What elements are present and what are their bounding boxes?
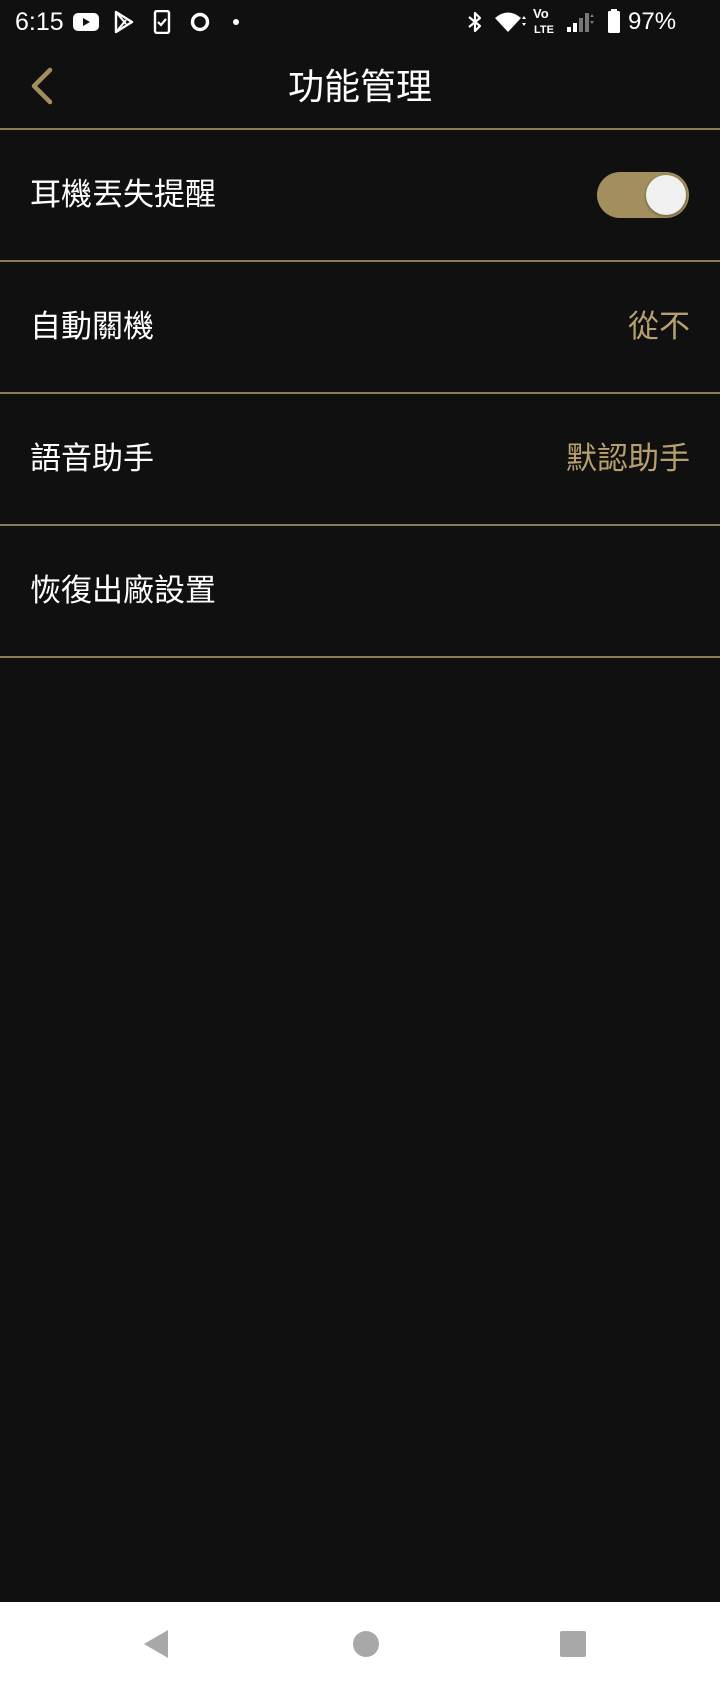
dot-icon	[233, 19, 239, 25]
earphone-loss-alert-toggle[interactable]	[597, 172, 689, 218]
system-nav-bar	[0, 1602, 720, 1682]
recents-square-icon[interactable]	[551, 1622, 595, 1666]
svg-text:Vo: Vo	[533, 6, 549, 21]
youtube-icon	[73, 13, 99, 31]
wifi-icon	[495, 12, 526, 32]
signal-icon	[567, 13, 594, 32]
auto-power-off-value: 從不	[628, 309, 690, 345]
status-time: 6:15	[15, 8, 64, 36]
toggle-knob	[646, 175, 686, 215]
earphone-loss-alert-label: 耳機丟失提醒	[30, 177, 216, 213]
status-bar: 6:15 Vo LTE 97%	[0, 0, 720, 44]
auto-power-off-label: 自動關機	[30, 309, 154, 345]
task-icon	[153, 10, 171, 34]
settings-row-earphone-loss-alert: 耳機丟失提醒	[0, 130, 720, 262]
settings-row-auto-power-off[interactable]: 自動關機 從不	[0, 262, 720, 394]
settings-row-factory-reset[interactable]: 恢復出廠設置	[0, 526, 720, 658]
play-store-icon	[114, 10, 134, 34]
bluetooth-icon	[468, 11, 482, 33]
battery-percent: 97%	[628, 8, 677, 35]
volte-icon: Vo LTE	[533, 6, 554, 36]
battery-icon	[608, 9, 620, 33]
svg-text:LTE: LTE	[534, 24, 554, 36]
circle-icon	[190, 12, 210, 32]
voice-assistant-value: 默認助手	[566, 441, 690, 477]
app-header: 功能管理	[0, 44, 720, 130]
settings-row-voice-assistant[interactable]: 語音助手 默認助手	[0, 394, 720, 526]
page-title: 功能管理	[287, 67, 432, 108]
home-circle-icon[interactable]	[344, 1622, 388, 1666]
factory-reset-label: 恢復出廠設置	[30, 573, 216, 609]
back-triangle-icon[interactable]	[134, 1622, 178, 1666]
voice-assistant-label: 語音助手	[30, 441, 154, 477]
